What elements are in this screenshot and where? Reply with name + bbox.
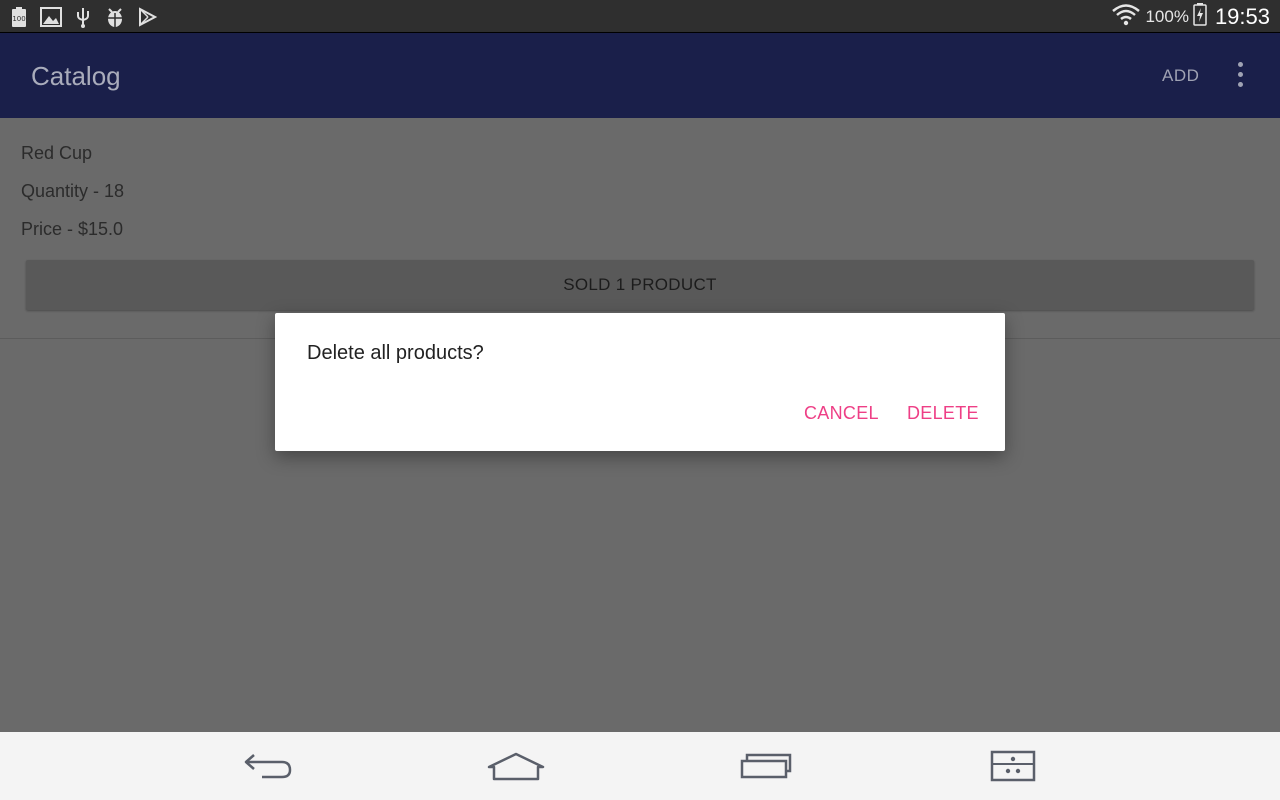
- status-bar: 100 100% 19:53: [0, 0, 1280, 33]
- delete-button[interactable]: DELETE: [907, 403, 979, 424]
- cancel-button[interactable]: CANCEL: [804, 403, 879, 424]
- product-name: Red Cup: [21, 143, 93, 163]
- svg-text:100: 100: [12, 15, 25, 23]
- dialog-message: Delete all products?: [307, 342, 484, 364]
- back-icon[interactable]: [236, 746, 300, 786]
- overflow-menu-icon[interactable]: [1229, 59, 1251, 89]
- app-title: Catalog: [31, 61, 121, 91]
- play-store-icon: [136, 6, 158, 28]
- debug-bug-icon: [104, 6, 126, 28]
- recent-apps-icon[interactable]: [733, 746, 797, 786]
- product-quantity: Quantity - 18: [21, 181, 125, 201]
- battery-100-icon: 100: [8, 6, 30, 28]
- app-bar: Catalog ADD: [0, 33, 1280, 118]
- menu-icon[interactable]: [981, 746, 1045, 786]
- battery-charging-icon: [1193, 2, 1207, 31]
- gallery-icon: [40, 6, 62, 28]
- delete-confirmation-dialog: Delete all products? CANCEL DELETE: [275, 313, 1005, 451]
- sold-one-product-button[interactable]: SOLD 1 PRODUCT: [26, 260, 1254, 310]
- wifi-icon: [1111, 2, 1141, 31]
- system-status: 100% 19:53: [1111, 0, 1270, 33]
- list-item[interactable]: Red Cup Quantity - 18 Price - $15.0 SOLD…: [0, 118, 1280, 339]
- battery-percent: 100%: [1145, 6, 1189, 26]
- clock: 19:53: [1214, 3, 1270, 29]
- navigation-bar: [0, 732, 1280, 800]
- notification-icons: 100: [8, 4, 158, 29]
- product-price: Price - $15.0: [21, 219, 124, 239]
- home-icon[interactable]: [484, 746, 548, 786]
- add-button[interactable]: ADD: [1162, 66, 1199, 86]
- usb-icon: [72, 6, 94, 28]
